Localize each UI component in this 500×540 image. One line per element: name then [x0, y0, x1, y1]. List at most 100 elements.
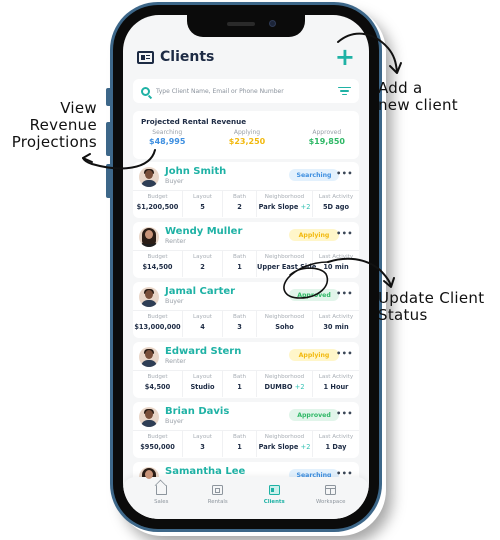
nav-sales[interactable]: Sales [136, 485, 186, 519]
contact-card-icon [137, 50, 154, 64]
stat-value-text: $13,000,000 [134, 323, 181, 331]
avatar-body [141, 180, 157, 187]
nav-label: Rentals [207, 499, 228, 505]
stat-label: Layout [192, 374, 212, 380]
stat-value: 10 min [313, 263, 359, 271]
client-name[interactable]: Brian Davis [165, 406, 229, 417]
revenue-label: Searching [152, 129, 183, 136]
client-role: Buyer [165, 418, 184, 425]
stat-value-text: 3 [237, 323, 242, 331]
annotation-line: Update Client [378, 289, 485, 307]
nav-rentals[interactable]: Rentals [193, 485, 243, 519]
client-search-input[interactable] [156, 87, 338, 95]
stat-neighborhood: Neighborhood Soho [257, 311, 313, 337]
stat-value: Studio [183, 383, 222, 391]
annotation-line: Projections [11, 133, 97, 151]
revenue-approved: Approved $19,850 [309, 129, 345, 146]
annotation-line: Revenue [29, 116, 97, 134]
nav-clients[interactable]: Clients [249, 485, 299, 519]
annotation-line: Status [378, 306, 428, 324]
stat-value: 3 [223, 323, 256, 331]
stat-label: Layout [192, 314, 212, 320]
status-badge[interactable]: Approved [289, 409, 339, 421]
workspace-icon [325, 485, 337, 495]
more-options-icon[interactable]: ••• [336, 350, 353, 358]
stat-value-text: 1 [237, 263, 242, 271]
nav-label: Clients [263, 499, 285, 505]
stat-label: Neighborhood [264, 194, 305, 200]
annotation-update-status: Update Client Status [378, 290, 484, 324]
stat-value: 30 min [313, 323, 359, 331]
more-options-icon[interactable]: ••• [336, 290, 353, 298]
revenue-searching: Searching $48,995 [149, 129, 185, 146]
home-icon [155, 485, 167, 495]
stat-value: Soho [257, 323, 312, 331]
stat-value-text: 1 Hour [323, 383, 349, 391]
client-card[interactable]: Brian Davis Buyer Approved ••• Budget $9… [133, 402, 359, 458]
client-stats: Budget $950,000 Layout 3 Bath 1 Neighbor… [133, 430, 359, 457]
stat-bath: Bath 3 [223, 311, 257, 337]
status-badge[interactable]: Applying [289, 229, 339, 241]
avatar-head [145, 290, 153, 299]
avatar-head [145, 470, 153, 479]
stat-value: $1,200,500 [133, 203, 182, 211]
stat-budget: Budget $1,200,500 [133, 191, 183, 217]
avatar [139, 347, 159, 367]
stat-bath: Bath 1 [223, 431, 257, 457]
revenue-projection-card[interactable]: Projected Rental Revenue Searching $48,9… [133, 111, 359, 159]
more-options-icon[interactable]: ••• [336, 410, 353, 418]
stat-neighborhood: Neighborhood Upper East Side [257, 251, 317, 277]
stat-budget: Budget $14,500 [133, 251, 183, 277]
status-badge[interactable]: Applying [289, 349, 339, 361]
stat-value-text: 2 [200, 263, 205, 271]
filter-button[interactable] [338, 86, 351, 96]
annotation-line: View [60, 99, 97, 117]
stat-label: Neighborhood [264, 434, 305, 440]
stat-label: Neighborhood [264, 254, 305, 260]
neighborhood-more-count[interactable]: +2 [295, 383, 305, 391]
stat-value-text: 1 [237, 383, 242, 391]
stat-label: Last Activity [318, 194, 354, 200]
stat-label: Budget [147, 194, 168, 200]
avatar [139, 407, 159, 427]
stat-value: 3 [183, 443, 222, 451]
revenue-value: $23,250 [228, 137, 266, 146]
more-options-icon[interactable]: ••• [336, 170, 353, 178]
stat-neighborhood: Neighborhood Park Slope +2 [257, 191, 313, 217]
stat-label: Budget [147, 434, 168, 440]
stat-label: Bath [232, 254, 246, 260]
neighborhood-more-count[interactable]: +2 [301, 443, 311, 451]
avatar [139, 227, 159, 247]
nav-workspace[interactable]: Workspace [306, 485, 356, 519]
stat-last-activity: Last Activity 10 min [313, 251, 359, 277]
stat-value-text: Upper East Side [257, 263, 317, 271]
client-name[interactable]: Jamal Carter [165, 286, 235, 297]
client-card[interactable]: Jamal Carter Buyer Approved ••• Budget $… [133, 282, 359, 338]
client-card[interactable]: Wendy Muller Renter Applying ••• Budget … [133, 222, 359, 278]
client-name[interactable]: Edward Stern [165, 346, 241, 357]
client-name[interactable]: Samantha Lee [165, 466, 245, 477]
client-name[interactable]: Wendy Muller [165, 226, 242, 237]
client-card[interactable]: John Smith Buyer Searching ••• Budget $1… [133, 162, 359, 218]
status-badge[interactable]: Approved [289, 289, 339, 301]
add-client-button[interactable]: + [335, 45, 355, 69]
phone-bezel: Clients + Projected Rental Revenue Searc… [113, 5, 379, 529]
more-options-icon[interactable]: ••• [336, 230, 353, 238]
client-role: Renter [165, 238, 186, 245]
client-name[interactable]: John Smith [165, 166, 226, 177]
client-stats: Budget $14,500 Layout 2 Bath 1 Neighborh… [133, 250, 359, 277]
stat-label: Bath [232, 434, 246, 440]
neighborhood-more-count[interactable]: +2 [301, 203, 311, 211]
client-card[interactable]: Edward Stern Renter Applying ••• Budget … [133, 342, 359, 398]
stat-label: Layout [192, 194, 212, 200]
stat-label: Bath [232, 194, 246, 200]
status-badge[interactable]: Searching [289, 169, 339, 181]
client-card-header: John Smith Buyer Searching ••• [133, 162, 359, 190]
filter-icon-line [342, 93, 347, 96]
avatar-body [141, 300, 157, 307]
avatar-head [145, 170, 153, 179]
stat-value: 4 [183, 323, 222, 331]
revenue-title: Projected Rental Revenue [141, 117, 247, 126]
revenue-arrowhead [82, 153, 93, 163]
stat-bath: Bath 2 [223, 191, 257, 217]
